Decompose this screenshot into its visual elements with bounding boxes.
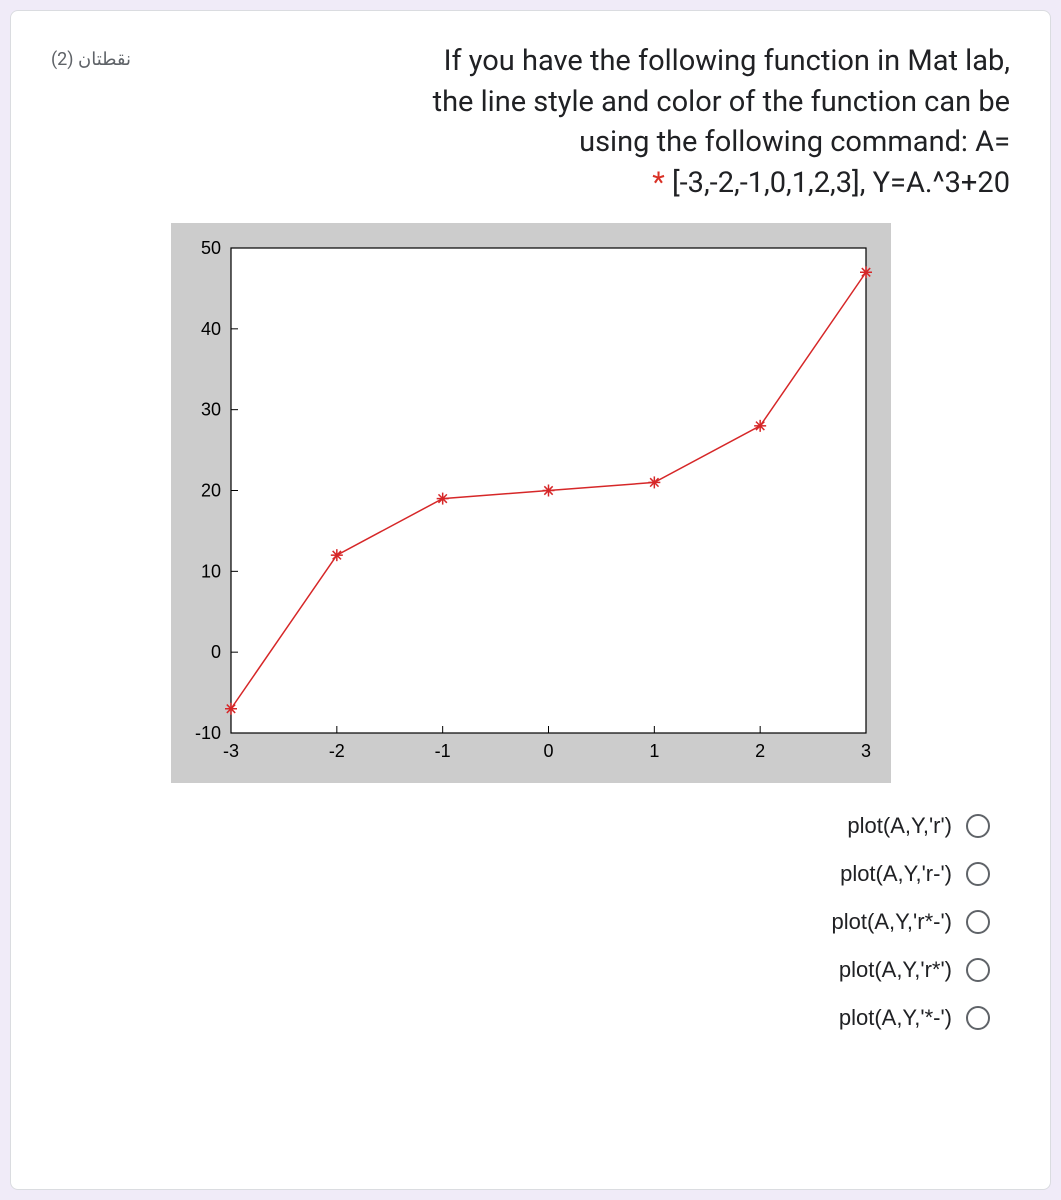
option-4[interactable]: plot(A,Y,'r*') bbox=[839, 957, 990, 983]
question-text: If you have the following function in Ma… bbox=[151, 41, 1010, 203]
option-label: plot(A,Y,'*-') bbox=[839, 1005, 952, 1031]
svg-text:-10: -10 bbox=[194, 723, 220, 743]
options-list: plot(A,Y,'r') plot(A,Y,'r-') plot(A,Y,'r… bbox=[51, 813, 1010, 1031]
matlab-plot: -3-2-10123-1001020304050 bbox=[171, 223, 891, 783]
question-line-1: If you have the following function in Ma… bbox=[444, 44, 1010, 78]
required-star-icon: * bbox=[652, 166, 665, 200]
option-label: plot(A,Y,'r-') bbox=[840, 861, 952, 887]
svg-text:3: 3 bbox=[860, 741, 870, 761]
radio-icon[interactable] bbox=[966, 862, 990, 886]
svg-text:40: 40 bbox=[200, 319, 220, 339]
svg-text:30: 30 bbox=[200, 400, 220, 420]
points-badge: نقطتان (2) bbox=[51, 41, 131, 70]
option-label: plot(A,Y,'r*-') bbox=[832, 909, 952, 935]
svg-text:-3: -3 bbox=[222, 741, 238, 761]
question-line-4: [-3,-2,-1,0,1,2,3], Y=A.^3+20 bbox=[672, 166, 1010, 200]
option-2[interactable]: plot(A,Y,'r-') bbox=[840, 861, 990, 887]
svg-text:0: 0 bbox=[210, 643, 220, 663]
svg-text:2: 2 bbox=[755, 741, 765, 761]
radio-icon[interactable] bbox=[966, 958, 990, 982]
question-card: نقطتان (2) If you have the following fun… bbox=[10, 10, 1051, 1190]
question-header: نقطتان (2) If you have the following fun… bbox=[51, 41, 1010, 203]
option-3[interactable]: plot(A,Y,'r*-') bbox=[832, 909, 990, 935]
radio-icon[interactable] bbox=[966, 910, 990, 934]
radio-icon[interactable] bbox=[966, 814, 990, 838]
question-line-3: using the following command: A= bbox=[579, 125, 1010, 159]
chart-image: -3-2-10123-1001020304050 bbox=[171, 223, 891, 783]
svg-text:-1: -1 bbox=[434, 741, 450, 761]
radio-icon[interactable] bbox=[966, 1006, 990, 1030]
option-5[interactable]: plot(A,Y,'*-') bbox=[839, 1005, 990, 1031]
svg-text:10: 10 bbox=[200, 562, 220, 582]
svg-text:-2: -2 bbox=[328, 741, 344, 761]
svg-text:1: 1 bbox=[649, 741, 659, 761]
option-label: plot(A,Y,'r*') bbox=[839, 957, 952, 983]
question-line-2: the line style and color of the function… bbox=[433, 85, 1010, 119]
svg-text:0: 0 bbox=[543, 741, 553, 761]
svg-text:20: 20 bbox=[200, 481, 220, 501]
svg-text:50: 50 bbox=[200, 238, 220, 258]
option-label: plot(A,Y,'r') bbox=[847, 813, 952, 839]
option-1[interactable]: plot(A,Y,'r') bbox=[847, 813, 990, 839]
